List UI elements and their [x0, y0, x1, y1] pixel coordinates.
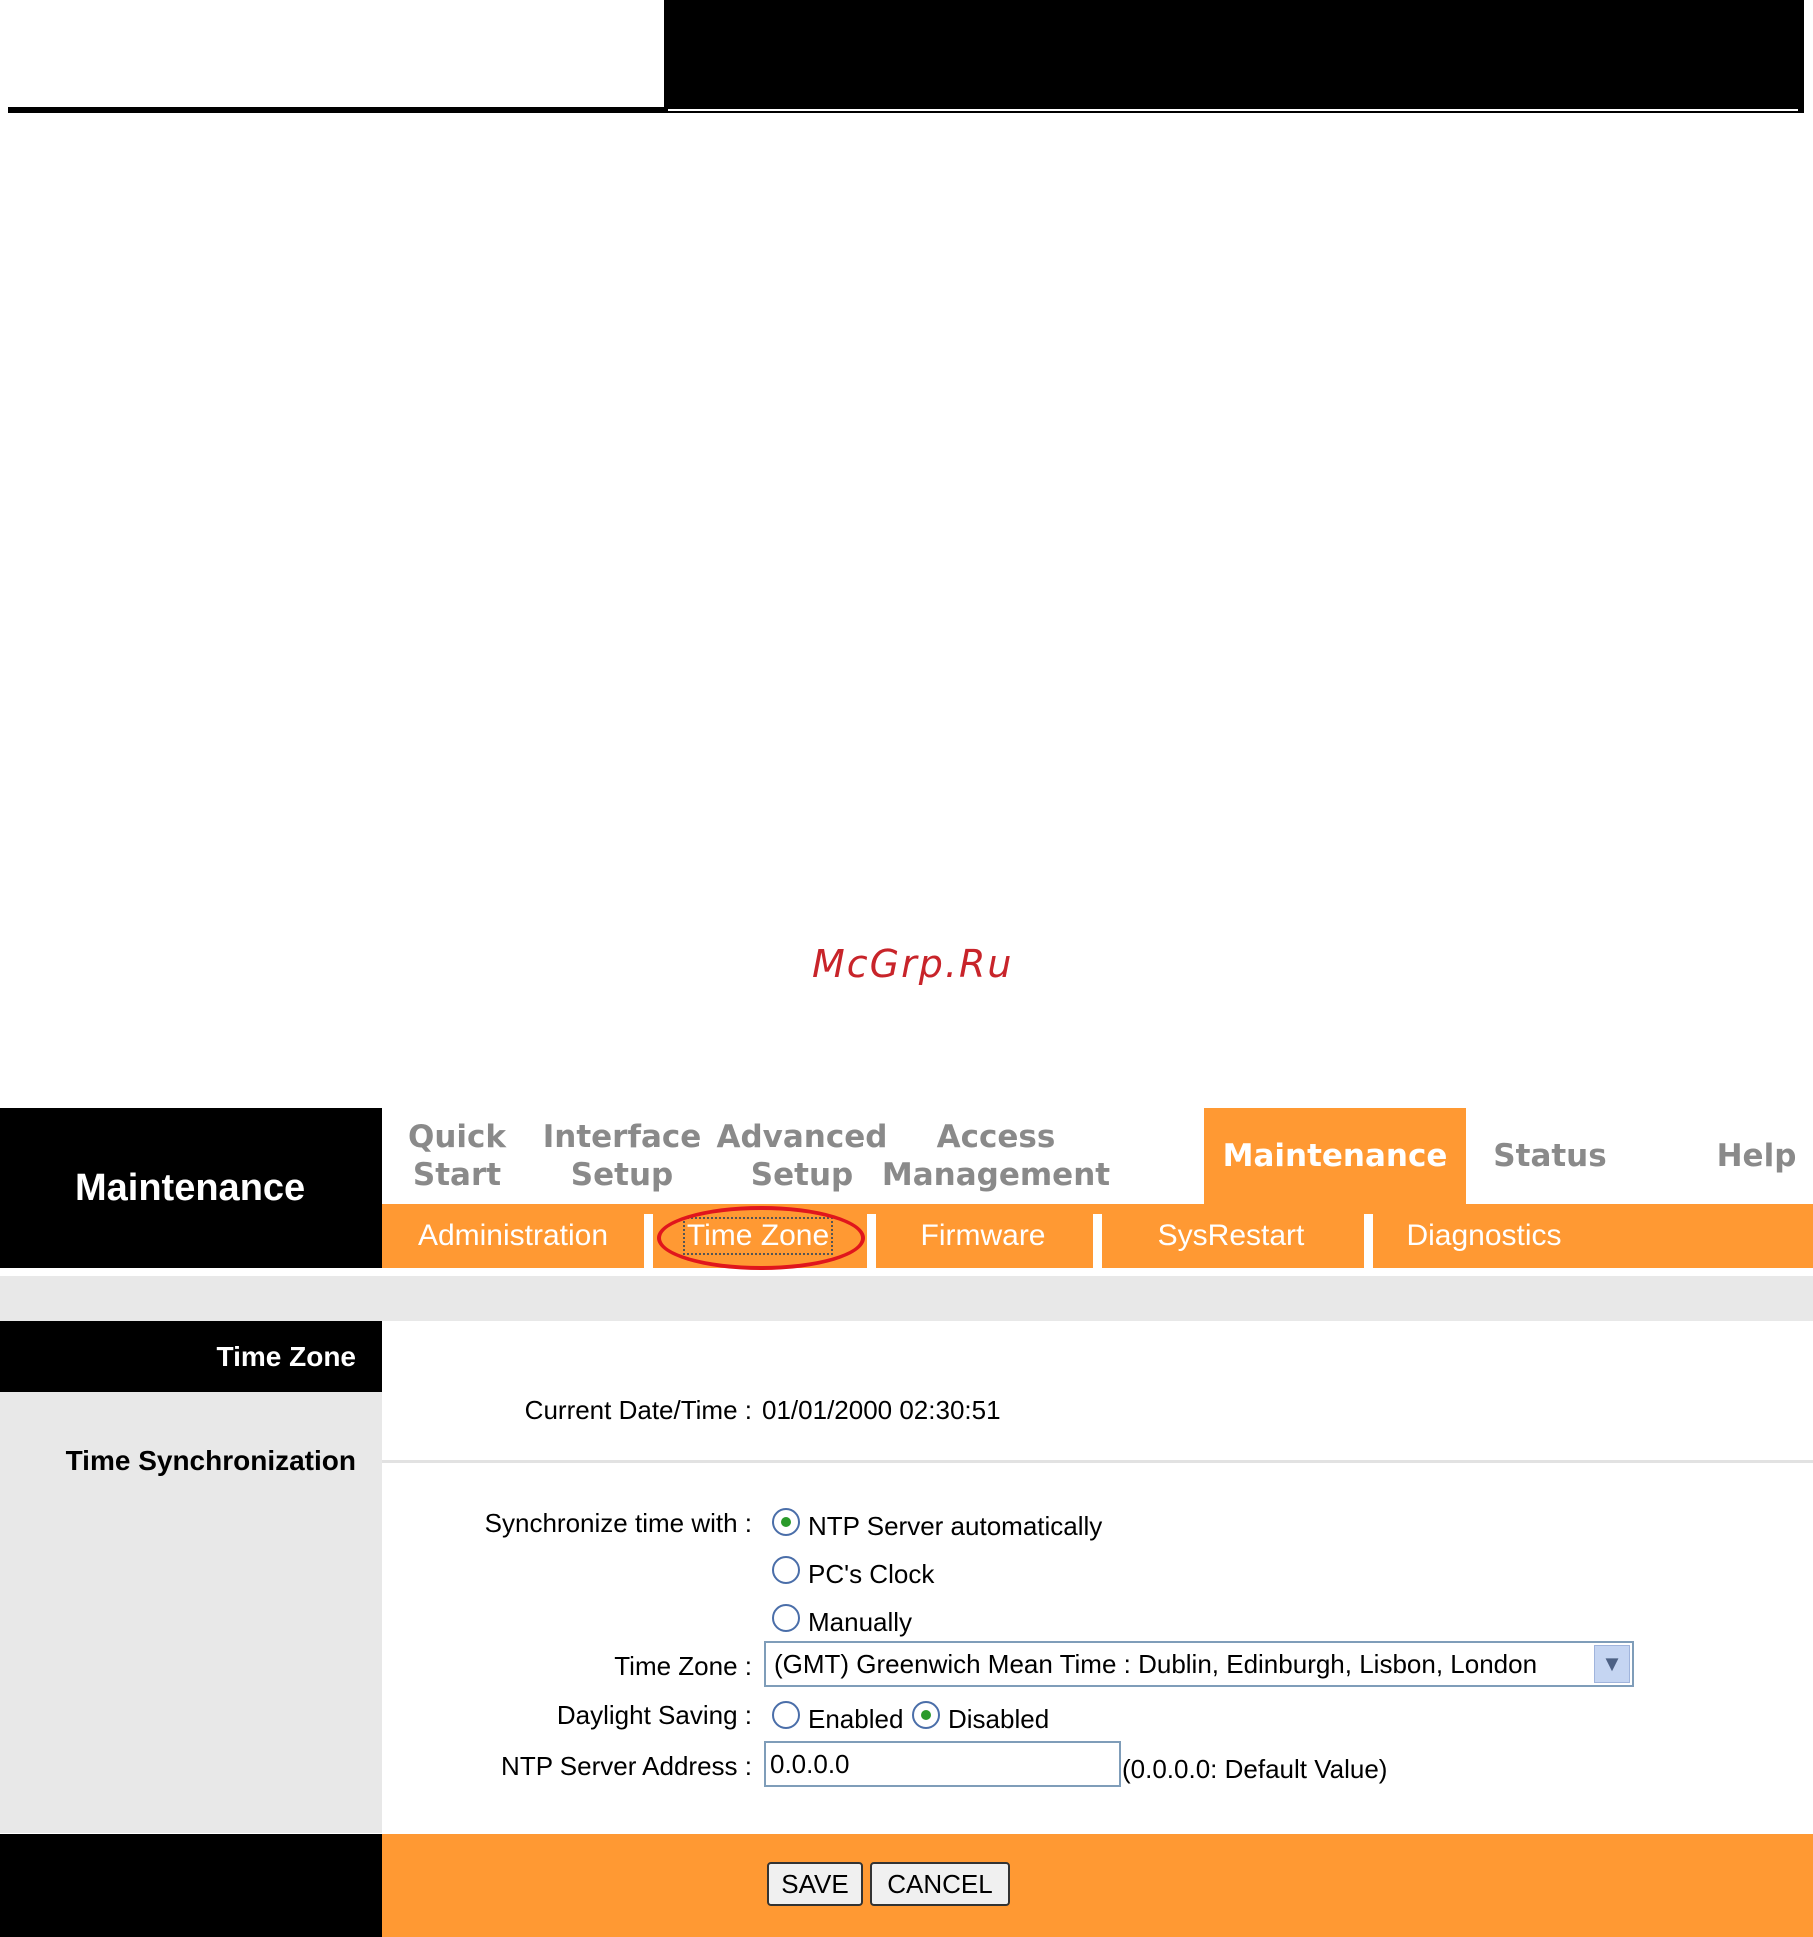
tab-label: Setup [570, 1157, 674, 1193]
radio-pc-clock-label: PC's Clock [808, 1559, 935, 1589]
watermark: McGrp.Ru [812, 942, 1014, 986]
tab-label: Interface [542, 1119, 702, 1155]
tab-label: Status [1493, 1138, 1607, 1174]
tab-label: Management [881, 1157, 1111, 1193]
subtab-separator [644, 1214, 653, 1268]
header-rule [8, 107, 666, 113]
tab-label: Help [1716, 1138, 1797, 1174]
radio-dst-disabled[interactable] [912, 1701, 940, 1729]
radio-manually-label: Manually [808, 1607, 913, 1637]
tab-label: Access [936, 1119, 1056, 1155]
save-button[interactable]: SAVE [767, 1862, 863, 1906]
brand-title: Maintenance [0, 1108, 382, 1268]
sync-section-title: Time Synchronization [65, 1445, 356, 1476]
timezone-select-value: (GMT) Greenwich Mean Time : Dublin, Edin… [774, 1648, 1538, 1679]
radio-manually[interactable] [772, 1604, 800, 1632]
subtab-sysrestart[interactable]: SysRestart [1102, 1204, 1360, 1268]
subtab-separator [1093, 1214, 1102, 1268]
ntp-address-hint: (0.0.0.0: Default Value) [1122, 1754, 1388, 1784]
tab-advanced-setup[interactable]: Advanced Setup [712, 1108, 892, 1204]
tab-interface-setup[interactable]: Interface Setup [532, 1108, 712, 1204]
subtab-firmware[interactable]: Firmware [876, 1204, 1090, 1268]
sub-nav: Administration Time Zone Firmware SysRes… [382, 1204, 1813, 1270]
sync-label: Synchronize time with : [484, 1508, 752, 1538]
highlight-circle [657, 1206, 865, 1270]
subtab-diagnostics[interactable]: Diagnostics [1373, 1204, 1595, 1268]
gray-band [0, 1276, 1813, 1321]
radio-dst-enabled-label: Enabled [808, 1704, 904, 1734]
cancel-button[interactable]: CANCEL [870, 1862, 1010, 1906]
dst-label: Daylight Saving : [556, 1700, 752, 1730]
header-bar [664, 0, 1804, 113]
radio-ntp-server-label: NTP Server automatically [808, 1511, 1103, 1541]
radio-pc-clock[interactable] [772, 1556, 800, 1584]
tab-label: Quick [407, 1119, 507, 1155]
current-datetime-label: Current Date/Time : [524, 1395, 752, 1425]
tab-status[interactable]: Status [1466, 1108, 1634, 1204]
tab-label: Maintenance [1222, 1138, 1448, 1174]
subtab-separator [867, 1214, 876, 1268]
ntp-address-label: NTP Server Address : [501, 1751, 752, 1781]
tab-maintenance[interactable]: Maintenance [1204, 1108, 1466, 1204]
radio-ntp-server[interactable] [772, 1508, 800, 1536]
radio-dst-disabled-label: Disabled [948, 1704, 1050, 1734]
header-bar-rule [668, 109, 1798, 111]
section-title: Time Zone [0, 1321, 382, 1392]
tab-help[interactable]: Help [1700, 1108, 1813, 1204]
main-nav: Quick Start Interface Setup Advanced Set… [382, 1108, 1813, 1204]
left-column [0, 1321, 382, 1833]
radio-dst-enabled[interactable] [772, 1701, 800, 1729]
section-divider [382, 1460, 1813, 1463]
timezone-label: Time Zone : [614, 1651, 752, 1681]
subtab-administration[interactable]: Administration [382, 1204, 644, 1268]
chevron-down-icon[interactable]: ▼ [1594, 1645, 1630, 1683]
tab-label: Setup [750, 1157, 854, 1193]
timezone-select[interactable]: (GMT) Greenwich Mean Time : Dublin, Edin… [764, 1641, 1634, 1687]
footer-bar [382, 1834, 1813, 1937]
current-datetime-value: 01/01/2000 02:30:51 [762, 1395, 1001, 1425]
ntp-address-input[interactable]: 0.0.0.0 [764, 1741, 1121, 1787]
footer-left [0, 1834, 382, 1937]
tab-label: Advanced [716, 1119, 888, 1155]
subtab-separator [1364, 1214, 1373, 1268]
tab-quick-start[interactable]: Quick Start [382, 1108, 532, 1204]
tab-label: Start [412, 1157, 502, 1193]
tab-access-management[interactable]: Access Management [882, 1108, 1110, 1204]
